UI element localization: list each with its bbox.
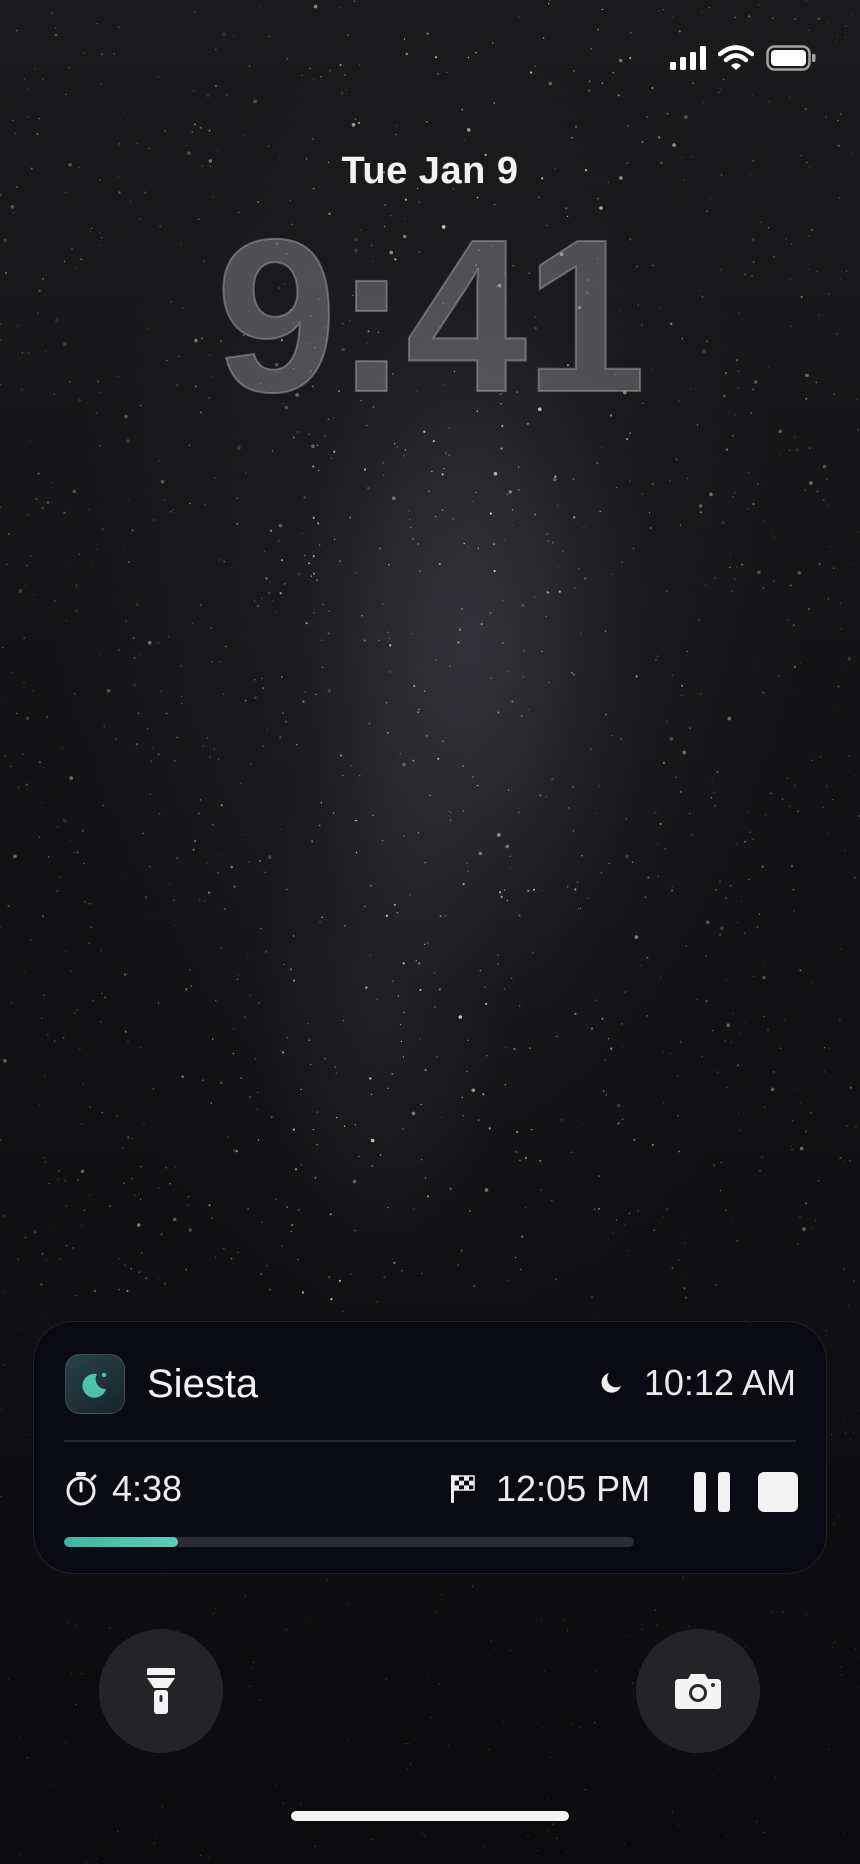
app-name: Siesta <box>147 1362 259 1406</box>
lock-screen-clock: 9:41 <box>215 195 647 438</box>
camera-button[interactable] <box>636 1629 760 1753</box>
moon-icon <box>601 1373 621 1393</box>
pause-button[interactable] <box>694 1472 730 1512</box>
pause-icon-bar-left <box>694 1472 706 1512</box>
lock-screen-date: Tue Jan 9 <box>341 150 519 192</box>
flashlight-icon <box>147 1668 175 1714</box>
elapsed-label: 4:38 <box>112 1468 183 1509</box>
end-time-label: 12:05 PM <box>496 1468 651 1509</box>
home-indicator[interactable] <box>291 1811 569 1821</box>
divider <box>64 1440 796 1442</box>
start-time: 10:12 AM <box>596 1362 796 1404</box>
moon-app-icon <box>65 1354 125 1414</box>
end-time: 12:05 PM <box>448 1468 650 1510</box>
flashlight-button[interactable] <box>99 1629 223 1753</box>
battery-icon <box>766 45 816 71</box>
stopwatch-icon <box>66 1472 97 1506</box>
wifi-icon <box>718 45 754 70</box>
progress-bar <box>64 1537 634 1547</box>
checkered-flag-icon <box>451 1475 475 1503</box>
elapsed-timer: 4:38 <box>64 1468 182 1510</box>
progress-fill <box>64 1537 178 1547</box>
cellular-signal-icon <box>670 46 706 70</box>
stop-button[interactable] <box>758 1472 798 1512</box>
camera-icon <box>675 1674 721 1709</box>
live-activity-card[interactable]: Siesta 10:12 AM 4:38 12:05 PM <box>33 1321 827 1574</box>
start-time-label: 10:12 AM <box>643 1362 796 1403</box>
pause-icon-bar-right <box>718 1472 730 1512</box>
status-bar <box>670 40 816 76</box>
